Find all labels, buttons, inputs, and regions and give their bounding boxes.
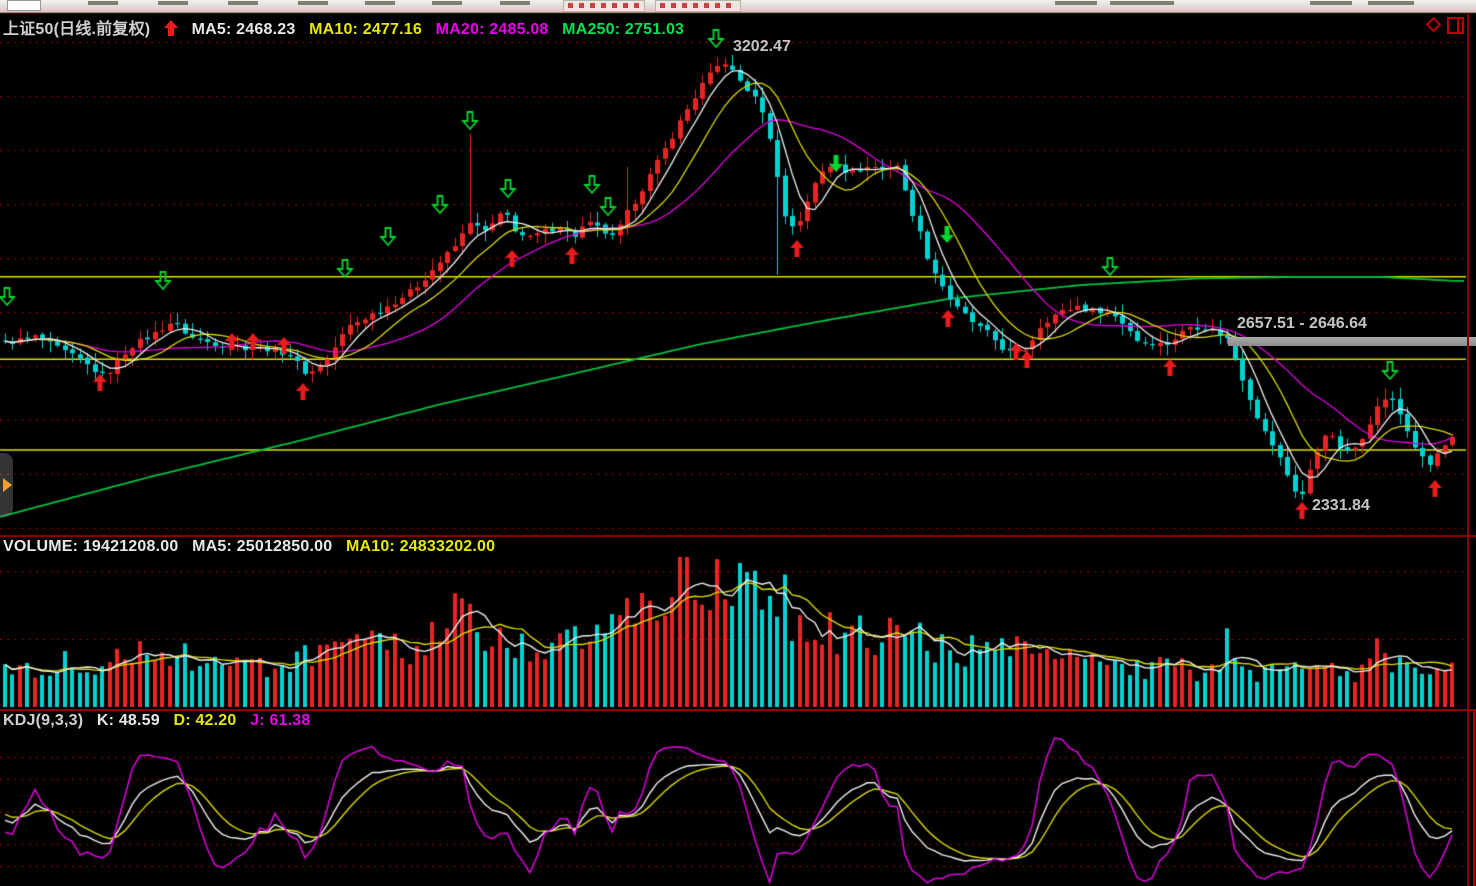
menubar[interactable] xyxy=(0,0,1476,13)
panel-divider-main-volume xyxy=(0,535,1476,537)
ma10-label: MA10: 2477.16 xyxy=(309,21,422,38)
chart-canvas[interactable] xyxy=(0,0,1476,886)
menu-item-truncated[interactable] xyxy=(432,1,462,5)
gap-range-label: 2657.51 - 2646.64 xyxy=(1237,315,1367,333)
kdj-header: KDJ(9,3,3) K: 48.59 D: 42.20 J: 61.38 xyxy=(3,712,319,730)
volume-ma5-label: MA5: 25012850.00 xyxy=(192,538,332,555)
window-layout-icon[interactable] xyxy=(1447,17,1464,34)
top-border xyxy=(0,13,1476,14)
kdj-d-label: D: 42.20 xyxy=(174,712,237,729)
ma250-label: MA250: 2751.03 xyxy=(562,21,684,38)
right-border xyxy=(1467,14,1469,886)
window-split-line xyxy=(1457,19,1459,32)
quote-text-truncated xyxy=(568,3,640,8)
volume-header: VOLUME: 19421208.00 MA5: 25012850.00 MA1… xyxy=(3,538,504,556)
high-price-label: 3202.47 xyxy=(733,38,791,56)
kdj-j-label: J: 61.38 xyxy=(250,712,310,729)
low-price-label: 2331.84 xyxy=(1312,497,1370,515)
kdj-title: KDJ(9,3,3) xyxy=(3,712,83,729)
red-up-arrow-icon xyxy=(164,21,178,38)
menubar-start-button[interactable] xyxy=(7,0,41,11)
menu-item-truncated[interactable] xyxy=(228,1,258,5)
menu-item-truncated[interactable] xyxy=(88,1,118,5)
menu-item-truncated[interactable] xyxy=(1368,1,1414,5)
expand-arrow-icon xyxy=(3,478,12,492)
quote-button[interactable] xyxy=(655,0,741,12)
volume-ma10-label: MA10: 24833202.00 xyxy=(346,538,495,555)
quote-button[interactable] xyxy=(563,0,645,12)
menu-item-truncated[interactable] xyxy=(1055,1,1097,5)
app-window: 上证50(日线.前复权) MA5: 2468.23 MA10: 2477.16 … xyxy=(0,0,1476,886)
ma20-label: MA20: 2485.08 xyxy=(436,21,549,38)
right-border-outer xyxy=(1473,711,1475,886)
panel-divider-volume-kdj xyxy=(0,709,1476,711)
kdj-k-label: K: 48.59 xyxy=(97,712,160,729)
menu-item-truncated[interactable] xyxy=(365,1,395,5)
quote-text-truncated xyxy=(660,3,736,8)
gap-highlight-bar xyxy=(1228,337,1476,346)
volume-label: VOLUME: 19421208.00 xyxy=(3,538,178,555)
main-chart-header: 上证50(日线.前复权) MA5: 2468.23 MA10: 2477.16 … xyxy=(3,15,693,39)
chart-title: 上证50(日线.前复权) xyxy=(3,21,150,38)
menu-item-truncated[interactable] xyxy=(298,1,328,5)
sidebar-expand-tab[interactable] xyxy=(0,453,13,517)
menu-item-truncated[interactable] xyxy=(1110,1,1174,5)
menu-item-truncated[interactable] xyxy=(500,1,530,5)
menu-item-truncated[interactable] xyxy=(158,1,188,5)
ma5-label: MA5: 2468.23 xyxy=(192,21,296,38)
menu-item-truncated[interactable] xyxy=(1310,1,1352,5)
